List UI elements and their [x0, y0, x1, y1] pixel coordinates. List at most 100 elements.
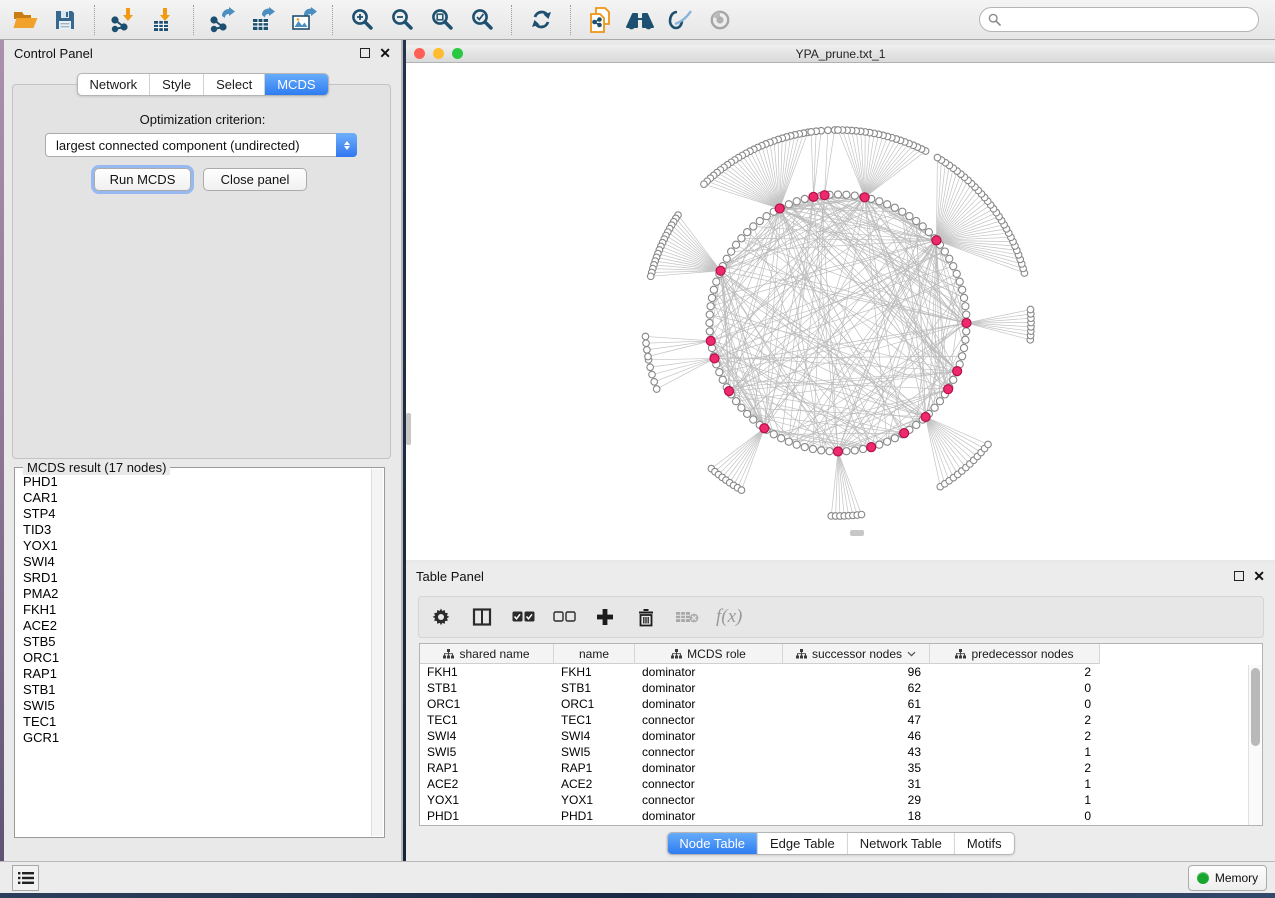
mcds-hub-node[interactable] — [710, 354, 719, 363]
mcds-hub-node[interactable] — [725, 387, 734, 396]
mcds-result-item[interactable]: GCR1 — [23, 730, 371, 746]
column-header-successor-nodes[interactable]: successor nodes — [783, 644, 930, 664]
tab-mcds[interactable]: MCDS — [264, 74, 327, 95]
memory-button[interactable]: Memory — [1188, 865, 1267, 891]
mcds-hub-node[interactable] — [944, 385, 953, 394]
table-row[interactable]: FKH1FKH1dominator962 — [420, 664, 1262, 680]
mcds-hub-node[interactable] — [760, 424, 769, 433]
delete-table-button[interactable] — [675, 605, 699, 629]
mcds-hub-node[interactable] — [932, 236, 941, 245]
mcds-result-item[interactable]: PMA2 — [23, 586, 371, 602]
clone-network-button[interactable] — [583, 4, 617, 36]
zoom-fit-button[interactable] — [425, 4, 459, 36]
tab-motifs[interactable]: Motifs — [954, 833, 1014, 854]
mcds-hub-node[interactable] — [900, 429, 909, 438]
mcds-result-item[interactable]: PHD1 — [23, 474, 371, 490]
mcds-hub-node[interactable] — [834, 447, 843, 456]
table-settings-button[interactable] — [429, 605, 453, 629]
mcds-result-item[interactable]: FKH1 — [23, 602, 371, 618]
import-table-button[interactable] — [147, 4, 181, 36]
search-find-button[interactable] — [623, 4, 657, 36]
mcds-hub-node[interactable] — [775, 204, 784, 213]
hide-glasses-button[interactable] — [663, 4, 697, 36]
table-scrollbar[interactable] — [1248, 665, 1262, 825]
mcds-hub-node[interactable] — [706, 336, 715, 345]
table-row[interactable]: YOX1YOX1connector291 — [420, 792, 1262, 808]
close-panel-icon[interactable]: ✕ — [379, 48, 391, 58]
export-network-button[interactable] — [206, 4, 240, 36]
column-header-name[interactable]: name — [554, 644, 635, 664]
close-panel-button[interactable]: Close panel — [203, 168, 307, 191]
mcds-hub-node[interactable] — [716, 266, 725, 275]
function-builder-button[interactable]: f(x) — [716, 606, 742, 628]
network-vertical-scrollbar-thumb[interactable] — [406, 413, 411, 445]
delete-column-button[interactable] — [634, 605, 658, 629]
save-session-button[interactable] — [48, 4, 82, 36]
zoom-out-button[interactable] — [385, 4, 419, 36]
mcds-result-item[interactable]: STB1 — [23, 682, 371, 698]
search-input[interactable] — [1006, 13, 1250, 27]
mcds-hub-node[interactable] — [921, 412, 930, 421]
node-table[interactable]: shared namenameMCDS rolesuccessor nodesp… — [419, 643, 1263, 826]
network-canvas[interactable] — [406, 63, 1275, 560]
tab-style[interactable]: Style — [149, 74, 203, 95]
mcds-hub-node[interactable] — [809, 192, 818, 201]
export-image-button[interactable] — [286, 4, 320, 36]
tab-select[interactable]: Select — [203, 74, 264, 95]
tab-node-table[interactable]: Node Table — [667, 833, 757, 854]
search-box[interactable] — [979, 7, 1259, 32]
open-session-button[interactable] — [8, 4, 42, 36]
mcds-result-item[interactable]: STP4 — [23, 506, 371, 522]
deselect-all-button[interactable] — [552, 605, 576, 629]
mcds-result-item[interactable]: RAP1 — [23, 666, 371, 682]
mcds-result-item[interactable]: SWI4 — [23, 554, 371, 570]
run-mcds-button[interactable]: Run MCDS — [94, 168, 191, 191]
column-header-shared-name[interactable]: shared name — [420, 644, 554, 664]
refresh-button[interactable] — [524, 4, 558, 36]
mcds-result-list[interactable]: PHD1CAR1STP4TID3YOX1SWI4SRD1PMA2FKH1ACE2… — [16, 469, 371, 836]
mcds-hub-node[interactable] — [860, 193, 869, 202]
mcds-result-item[interactable]: TID3 — [23, 522, 371, 538]
float-panel-icon[interactable] — [1234, 571, 1244, 581]
tab-network[interactable]: Network — [77, 74, 149, 95]
mcds-result-item[interactable]: YOX1 — [23, 538, 371, 554]
show-columns-button[interactable] — [470, 605, 494, 629]
column-header-predecessor-nodes[interactable]: predecessor nodes — [930, 644, 1100, 664]
mcds-result-item[interactable]: SWI5 — [23, 698, 371, 714]
table-row[interactable]: TEC1TEC1connector472 — [420, 712, 1262, 728]
mcds-result-item[interactable]: STB5 — [23, 634, 371, 650]
show-eye-button[interactable] — [703, 4, 737, 36]
import-network-button[interactable] — [107, 4, 141, 36]
float-panel-icon[interactable] — [360, 48, 370, 58]
table-row[interactable]: STB1STB1dominator620 — [420, 680, 1262, 696]
mcds-result-item[interactable]: SRD1 — [23, 570, 371, 586]
mcds-hub-node[interactable] — [867, 443, 876, 452]
mcds-result-item[interactable]: ORC1 — [23, 650, 371, 666]
table-row[interactable]: SWI5SWI5connector431 — [420, 744, 1262, 760]
mcds-hub-node[interactable] — [962, 319, 971, 328]
mcds-result-scrollbar[interactable] — [371, 469, 383, 836]
table-row[interactable]: ORC1ORC1dominator610 — [420, 696, 1262, 712]
mcds-result-item[interactable]: CAR1 — [23, 490, 371, 506]
table-row[interactable]: RAP1RAP1dominator352 — [420, 760, 1262, 776]
mcds-result-item[interactable]: ACE2 — [23, 618, 371, 634]
close-panel-icon[interactable]: ✕ — [1253, 571, 1265, 581]
network-horizontal-scrollbar-thumb[interactable] — [850, 530, 864, 536]
column-header-MCDS-role[interactable]: MCDS role — [635, 644, 783, 664]
mcds-result-item[interactable]: TEC1 — [23, 714, 371, 730]
network-window-titlebar[interactable]: YPA_prune.txt_1 — [406, 45, 1275, 63]
mcds-hub-node[interactable] — [820, 191, 829, 200]
export-table-button[interactable] — [246, 4, 280, 36]
mcds-hub-node[interactable] — [953, 367, 962, 376]
table-row[interactable]: PHD1PHD1dominator180 — [420, 808, 1262, 824]
table-row[interactable]: ACE2ACE2connector311 — [420, 776, 1262, 792]
task-history-button[interactable] — [12, 865, 39, 891]
zoom-selected-button[interactable] — [465, 4, 499, 36]
table-scrollbar-thumb[interactable] — [1251, 668, 1260, 746]
add-column-button[interactable] — [593, 605, 617, 629]
optimization-criterion-select[interactable]: largest connected component (undirected) — [45, 133, 357, 157]
select-all-button[interactable] — [511, 605, 535, 629]
tab-network-table[interactable]: Network Table — [847, 833, 954, 854]
zoom-in-button[interactable] — [345, 4, 379, 36]
table-row[interactable]: SWI4SWI4dominator462 — [420, 728, 1262, 744]
